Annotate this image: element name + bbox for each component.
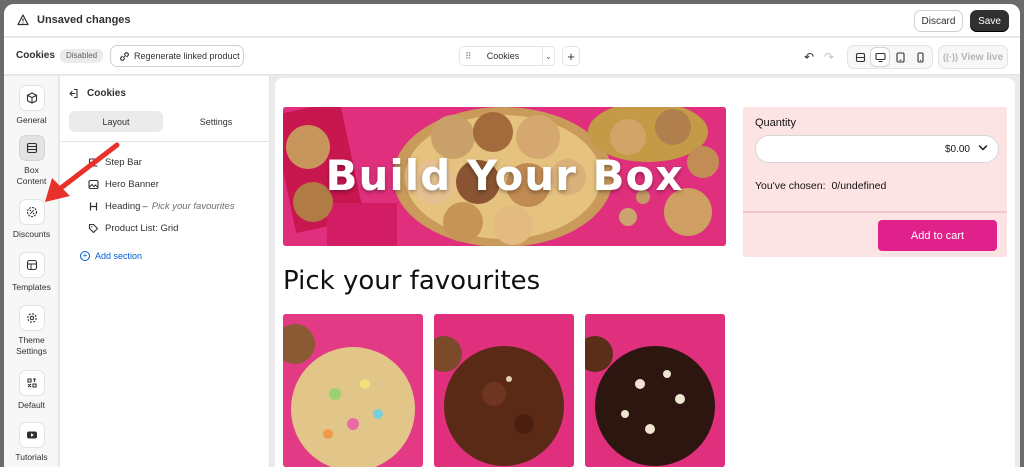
quantity-select[interactable]: $0.00 (755, 135, 999, 163)
sidebar-item-general[interactable]: General (4, 85, 59, 126)
step-bar-icon (88, 158, 98, 167)
chevron-down-icon[interactable]: ⌄ (542, 47, 554, 65)
broadcast-icon: ((·)) (942, 52, 958, 62)
section-item-product-list[interactable]: Product List: Grid (88, 223, 178, 234)
sidebar-item-label: Tutorials (15, 452, 48, 462)
product-card[interactable] (283, 314, 423, 467)
box-content-icon (18, 135, 45, 161)
divider (743, 211, 1007, 213)
chosen-count: You've chosen: 0/undefined (755, 180, 886, 192)
templates-icon (18, 252, 45, 278)
tag-icon (88, 223, 99, 234)
section-item-hero-banner[interactable]: Hero Banner (88, 179, 159, 190)
unsaved-changes-bar: Unsaved changes Discard Save (4, 4, 1020, 37)
product-image (283, 314, 423, 467)
discard-button[interactable]: Discard (914, 10, 963, 32)
hero-title: Build Your Box (325, 151, 684, 200)
product-image (585, 314, 725, 467)
sidebar-rail: General Box Content Discounts Templates … (4, 76, 59, 467)
section-label: Product List: Grid (105, 223, 179, 234)
product-card[interactable] (585, 314, 725, 467)
warning-icon (17, 14, 29, 26)
product-card[interactable] (434, 314, 574, 467)
add-section-button[interactable]: + Add section (80, 251, 142, 261)
heading-separator: – (142, 201, 148, 212)
box-summary-panel: Quantity $0.00 You've chosen: 0/undefine… (743, 107, 1007, 257)
full-width-view-icon[interactable] (851, 48, 869, 66)
sidebar-item-label: Box Content (16, 165, 47, 186)
add-to-cart-button[interactable]: Add to cart (878, 220, 997, 251)
add-template-button[interactable]: + (562, 46, 580, 66)
tab-settings[interactable]: Settings (169, 111, 263, 132)
quantity-value: $0.00 (944, 144, 970, 155)
youtube-icon (18, 422, 45, 448)
image-icon (88, 179, 99, 190)
hero-banner: Build Your Box (283, 107, 726, 246)
sidebar-item-discounts[interactable]: Discounts (4, 199, 59, 240)
divider (60, 141, 270, 142)
undo-icon[interactable]: ↶ (804, 50, 814, 64)
section-label: Step Bar (105, 157, 142, 168)
product-image (434, 314, 574, 467)
section-item-step-bar[interactable]: Step Bar (88, 157, 142, 168)
save-button[interactable]: Save (970, 10, 1009, 32)
editor-toolbar: Cookies Disabled Regenerate linked produ… (4, 38, 1020, 75)
panel-header: Cookies (68, 88, 126, 99)
plus-circle-icon: + (80, 251, 90, 261)
sidebar-item-default[interactable]: Default (4, 370, 59, 411)
unsaved-changes-text: Unsaved changes (37, 14, 131, 26)
layout-icon (18, 370, 45, 396)
link-icon (120, 51, 129, 61)
sidebar-item-box-content[interactable]: Box Content (4, 135, 59, 187)
sidebar-item-tutorials[interactable]: Tutorials (4, 422, 59, 463)
add-section-label: Add section (95, 251, 143, 261)
template-select[interactable]: ⠿ Cookies ⌄ (459, 46, 555, 66)
tab-layout[interactable]: Layout (69, 111, 163, 132)
sidebar-item-label: Discounts (12, 229, 51, 239)
heading-icon (89, 202, 98, 211)
package-icon (18, 85, 45, 111)
view-live-button[interactable]: ((·)) View live (938, 45, 1008, 69)
section-label: Hero Banner (105, 179, 159, 190)
sidebar-item-templates[interactable]: Templates (4, 252, 59, 293)
status-badge: Disabled (60, 49, 104, 63)
quantity-label: Quantity (755, 117, 796, 129)
section-sublabel: Pick your favourites (151, 201, 235, 212)
template-select-value: Cookies (486, 51, 520, 61)
gear-icon (18, 305, 45, 331)
redo-icon[interactable]: ↷ (824, 50, 834, 64)
device-switcher (847, 45, 933, 69)
sidebar-item-label: Theme Settings (16, 335, 47, 356)
back-exit-icon[interactable] (68, 88, 79, 99)
store-preview: Build Your Box Pick your favourites Quan… (275, 78, 1015, 467)
sidebar-item-label: Default (18, 400, 45, 410)
regenerate-label: Regenerate linked product (134, 51, 240, 61)
sidebar-item-label: Templates (12, 282, 51, 292)
section-item-heading[interactable]: Heading – Pick your favourites (88, 201, 235, 212)
app-window: Unsaved changes Discard Save Cookies Dis… (4, 4, 1020, 467)
chosen-value: 0/undefined (831, 180, 887, 192)
regenerate-linked-product-button[interactable]: Regenerate linked product (110, 45, 244, 67)
sections-panel: Cookies Layout Settings Step Bar Hero Ba… (60, 76, 270, 467)
desktop-view-icon[interactable] (871, 48, 889, 66)
page-title: Cookies (16, 50, 55, 61)
panel-tabs: Layout Settings (69, 111, 259, 132)
discount-icon (18, 199, 45, 225)
mobile-view-icon[interactable] (911, 48, 929, 66)
view-live-label: View live (960, 51, 1004, 63)
tablet-view-icon[interactable] (891, 48, 909, 66)
section-heading: Pick your favourites (283, 266, 541, 296)
panel-title: Cookies (87, 88, 126, 99)
chevron-down-icon (978, 145, 988, 151)
sidebar-item-label: General (16, 115, 47, 125)
chosen-label: You've chosen: (755, 180, 826, 192)
sidebar-item-theme-settings[interactable]: Theme Settings (4, 305, 59, 357)
section-label: Heading (105, 201, 141, 212)
